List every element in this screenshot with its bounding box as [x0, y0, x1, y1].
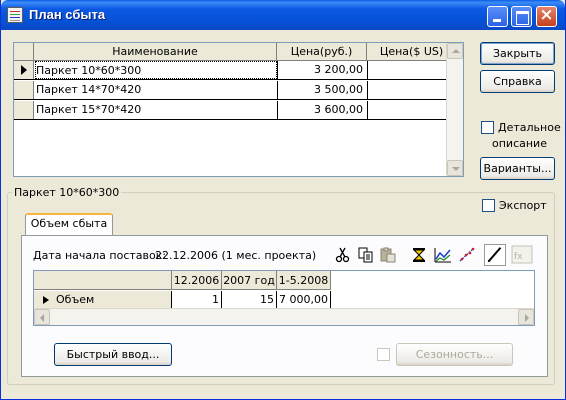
chart-line-icon[interactable] — [434, 247, 452, 263]
sales-volume-table[interactable]: 12.2006 2007 год 1-5.2008 Объем продаж(м… — [33, 270, 535, 326]
formula-icon[interactable]: fx — [511, 244, 533, 266]
cell-price-usd[interactable] — [367, 81, 455, 99]
vertical-scrollbar[interactable] — [446, 43, 463, 176]
quick-input-button[interactable]: Быстрый ввод... — [54, 343, 172, 366]
table-row[interactable]: Паркет 15*70*420 3 600,00 — [14, 101, 455, 120]
pencil-icon[interactable] — [484, 244, 506, 266]
hourglass-icon[interactable] — [410, 247, 428, 263]
detail-description-label-line2: описание — [492, 137, 547, 150]
paste-icon[interactable] — [379, 247, 397, 263]
maximize-button[interactable] — [511, 6, 532, 27]
close-window-button[interactable] — [536, 6, 557, 27]
export-label: Экспорт — [499, 199, 547, 212]
row-indicator — [14, 81, 34, 99]
cell-name[interactable]: Паркет 15*70*420 — [36, 101, 275, 119]
product-section-caption: Паркет 10*60*300 — [12, 186, 122, 199]
export-checkbox[interactable] — [482, 199, 495, 212]
products-table[interactable]: Наименование Цена(руб.) Цена($ US) Парке… — [13, 42, 464, 177]
cell-sales-value[interactable]: 15 000,00 — [222, 291, 277, 324]
row-indicator-arrow-icon — [14, 61, 34, 79]
table-row[interactable]: Паркет 10*60*300 3 200,00 — [14, 61, 455, 80]
column-header-period[interactable]: 12.2006 — [172, 271, 222, 290]
column-header-name[interactable]: Наименование — [34, 43, 277, 61]
table-row[interactable]: Паркет 14*70*420 3 500,00 — [14, 81, 455, 100]
products-table-header: Наименование Цена(руб.) Цена($ US) — [14, 43, 447, 61]
cell-price-usd[interactable] — [367, 101, 455, 119]
column-header-period[interactable]: 1-5.2008 — [277, 271, 331, 290]
title-bar[interactable]: План сбыта — [1, 0, 565, 30]
copy-icon[interactable] — [357, 247, 375, 263]
window: План сбыта Наименование Цена(руб.) Цена(… — [0, 0, 566, 400]
column-header-price-rub[interactable]: Цена(руб.) — [277, 43, 367, 61]
column-header-period[interactable]: 2007 год — [222, 271, 277, 290]
table-icon — [7, 7, 23, 23]
scroll-up-icon[interactable] — [447, 43, 463, 59]
detail-description-label: Детальное — [498, 121, 561, 134]
close-button[interactable]: Закрыть — [480, 42, 555, 65]
cell-sales-value[interactable]: 1 200,00 — [172, 291, 222, 324]
cell-sales-value[interactable]: 7 000,00 — [277, 291, 331, 309]
row-indicator-arrow-icon — [43, 296, 49, 304]
seasonality-checkbox[interactable] — [377, 348, 390, 361]
scroll-down-icon[interactable] — [447, 160, 463, 176]
row-indicator-header — [14, 43, 34, 61]
minimize-button[interactable] — [487, 6, 508, 27]
detail-description-checkbox[interactable] — [481, 121, 494, 134]
cell-price-usd[interactable] — [367, 61, 455, 79]
svg-text:fx: fx — [514, 252, 523, 262]
cell-price-rub[interactable]: 3 200,00 — [277, 61, 365, 79]
horizontal-scrollbar[interactable] — [34, 308, 534, 325]
tab-sales-volume[interactable]: Объем сбыта — [25, 213, 113, 236]
row-header-corner — [34, 271, 172, 290]
cell-price-rub[interactable]: 3 600,00 — [277, 101, 365, 119]
cell-name[interactable]: Паркет 10*60*300 — [35, 61, 277, 79]
window-title: План сбыта — [29, 7, 106, 22]
scissors-icon[interactable] — [334, 247, 352, 263]
help-button[interactable]: Справка — [480, 70, 555, 93]
scroll-right-icon[interactable] — [518, 309, 534, 325]
row-indicator — [14, 101, 34, 119]
start-date-label: Дата начала поставок: — [33, 249, 167, 262]
cell-name[interactable]: Паркет 14*70*420 — [36, 81, 275, 99]
start-date-value: 22.12.2006 (1 мес. проекта) — [155, 249, 317, 262]
column-header-price-usd[interactable]: Цена($ US) — [367, 43, 456, 61]
scroll-left-icon[interactable] — [34, 309, 50, 325]
cell-price-rub[interactable]: 3 500,00 — [277, 81, 365, 99]
variants-button[interactable]: Варианты... — [480, 157, 555, 180]
seasonality-button[interactable]: Сезонность... — [396, 343, 513, 366]
table-row[interactable]: Объем продаж(м.кв.) — [34, 291, 172, 324]
trend-icon[interactable] — [458, 247, 476, 263]
